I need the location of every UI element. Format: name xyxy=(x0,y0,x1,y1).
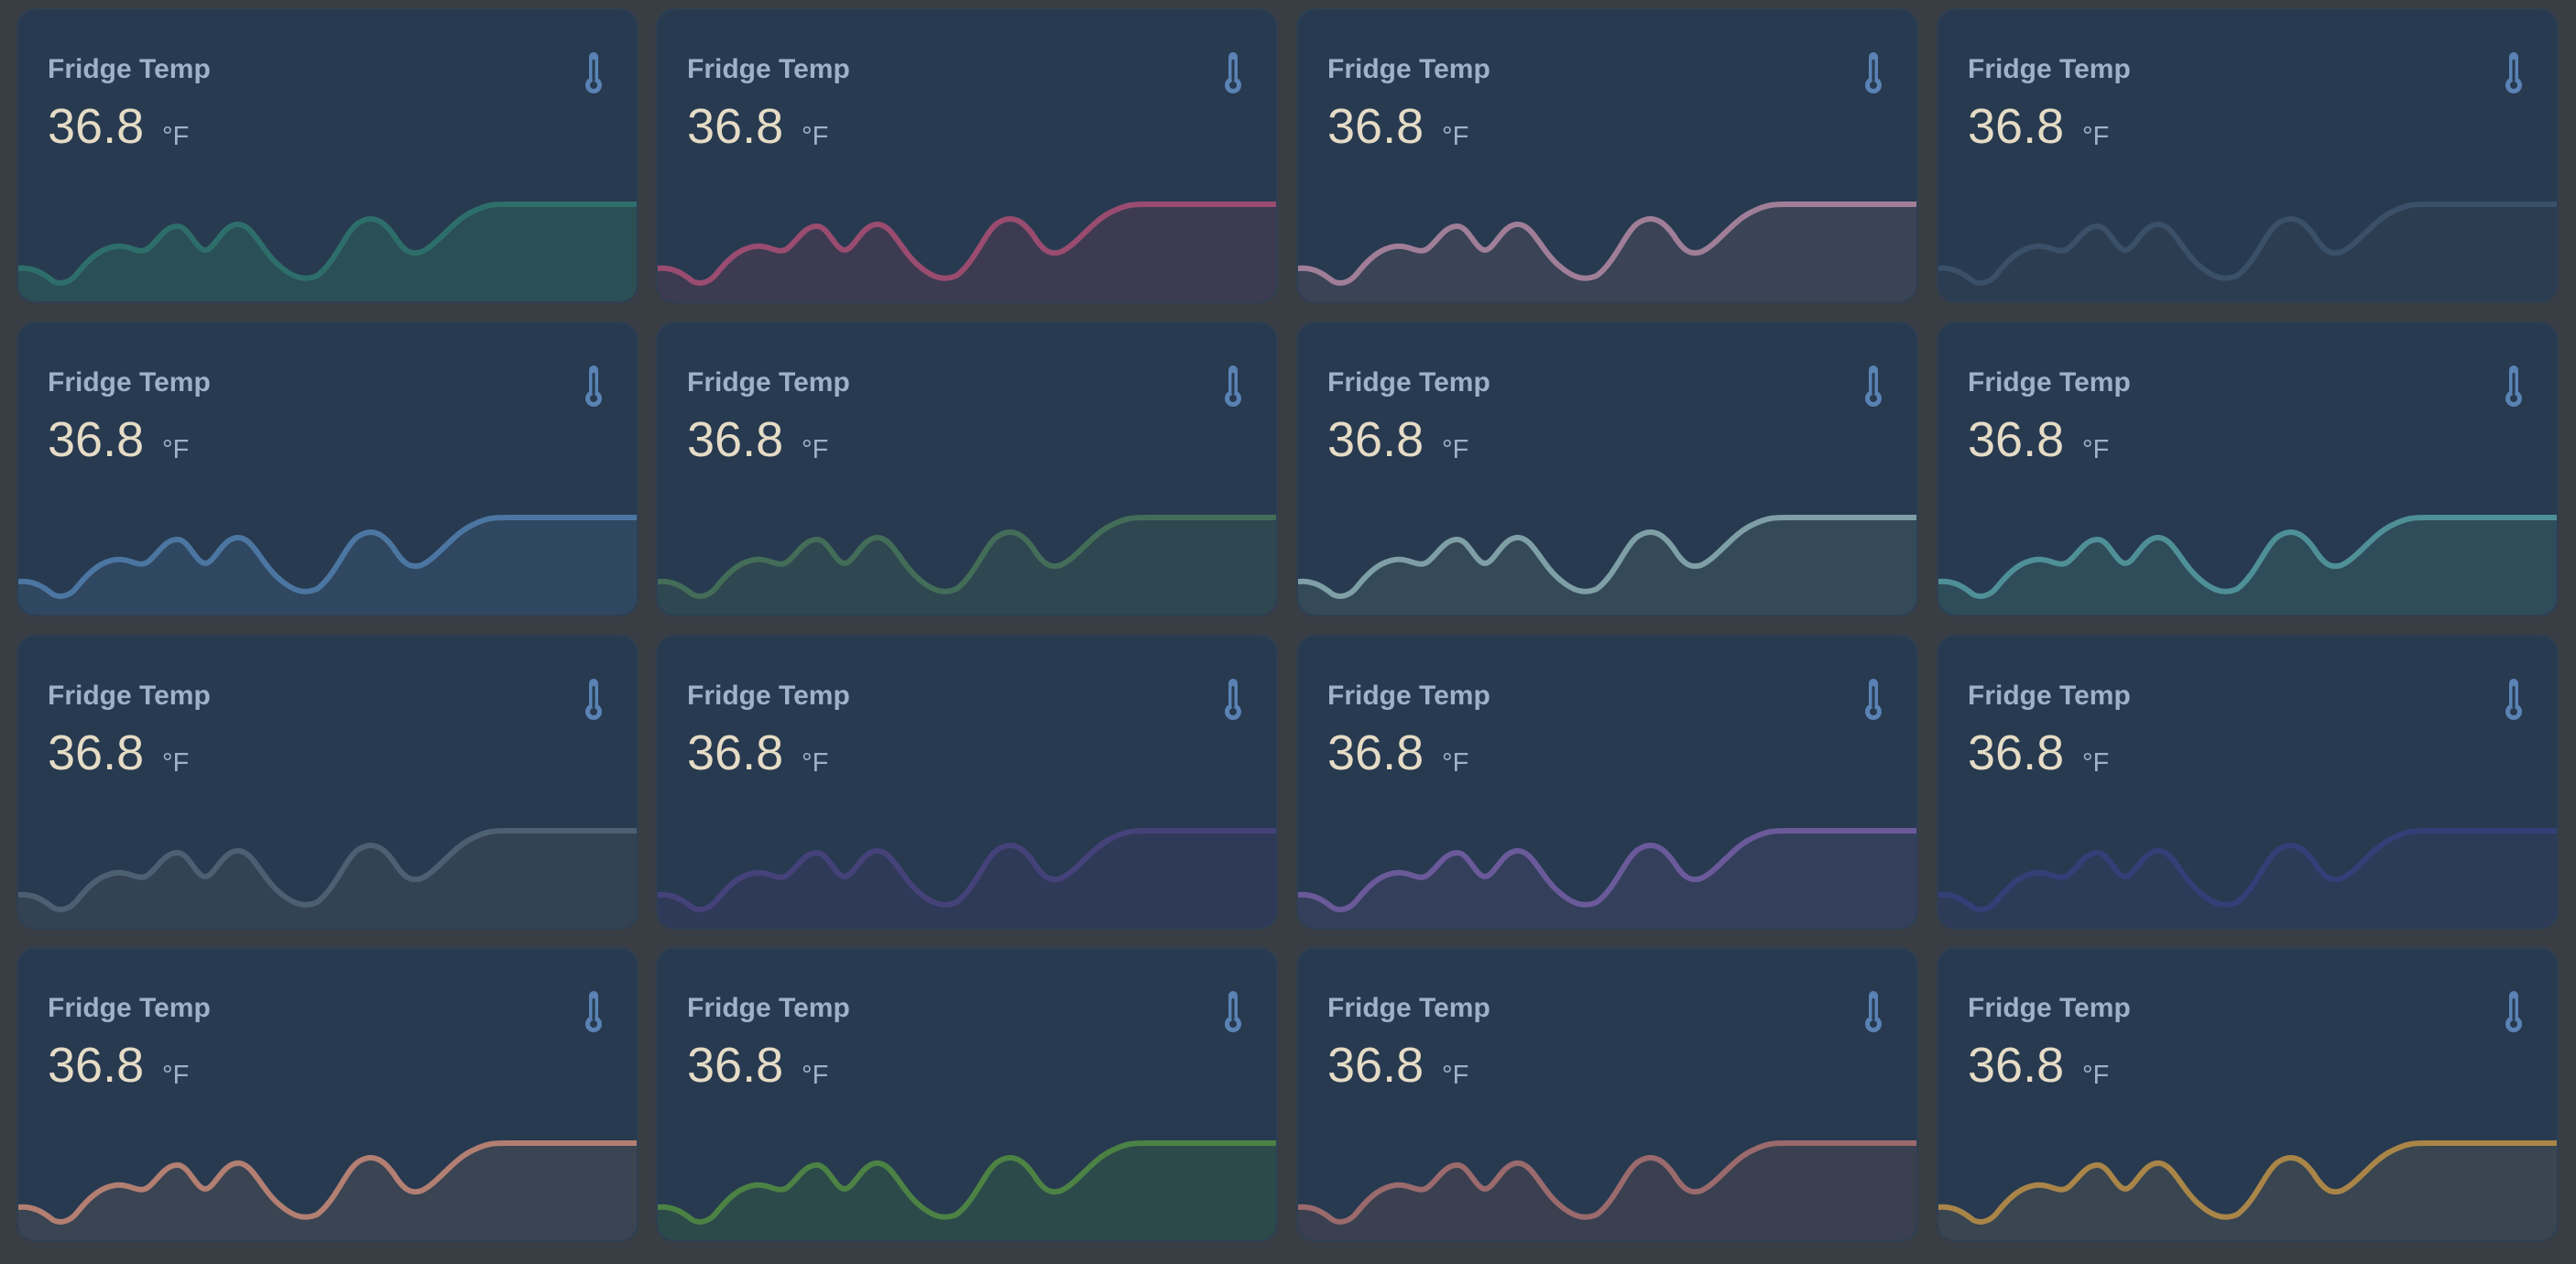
sensor-name: Fridge Temp xyxy=(48,993,211,1023)
sensor-name: Fridge Temp xyxy=(1968,367,2131,398)
sensor-unit: °F xyxy=(162,435,190,464)
sensor-card[interactable]: Fridge Temp 36.8 °F xyxy=(656,947,1278,1242)
sensor-unit: °F xyxy=(1442,1061,1469,1090)
sensor-value: 36.8 xyxy=(48,99,145,154)
sensor-unit: °F xyxy=(1442,435,1469,464)
sensor-name: Fridge Temp xyxy=(687,54,850,84)
thermometer-icon xyxy=(1225,52,1241,93)
sensor-name: Fridge Temp xyxy=(1327,681,1490,711)
sensor-value: 36.8 xyxy=(1968,1038,2065,1093)
thermometer-icon xyxy=(2505,52,2522,93)
sensor-unit: °F xyxy=(802,748,829,778)
sensor-value: 36.8 xyxy=(687,99,784,154)
sparkline-area xyxy=(1298,518,1916,615)
thermometer-icon xyxy=(585,991,602,1032)
sparkline-area xyxy=(1938,1143,2557,1240)
sparkline-area xyxy=(1298,1143,1916,1240)
sparkline-area xyxy=(18,831,637,928)
sensor-unit: °F xyxy=(2082,1061,2110,1090)
sensor-unit: °F xyxy=(162,122,190,151)
sensor-card[interactable]: Fridge Temp 36.8 °F xyxy=(1937,321,2559,616)
sensor-value: 36.8 xyxy=(1968,99,2065,154)
thermometer-icon xyxy=(1225,365,1241,407)
sparkline-area xyxy=(18,1143,637,1240)
sparkline-area xyxy=(1938,518,2557,615)
sensor-value: 36.8 xyxy=(1327,725,1424,780)
sensor-value: 36.8 xyxy=(1968,725,2065,780)
sparkline-area xyxy=(658,518,1276,615)
sensor-name: Fridge Temp xyxy=(1327,54,1490,84)
thermometer-icon xyxy=(1225,991,1241,1032)
sensor-unit: °F xyxy=(802,435,829,464)
sparkline-area xyxy=(1298,831,1916,928)
sensor-value: 36.8 xyxy=(1327,412,1424,467)
sparkline-area xyxy=(18,518,637,615)
sensor-card[interactable]: Fridge Temp 36.8 °F xyxy=(656,321,1278,616)
sensor-name: Fridge Temp xyxy=(1327,993,1490,1023)
thermometer-icon xyxy=(585,365,602,407)
sensor-unit: °F xyxy=(2082,122,2110,151)
sensor-value: 36.8 xyxy=(687,1038,784,1093)
sensor-value: 36.8 xyxy=(687,412,784,467)
sensor-name: Fridge Temp xyxy=(1968,54,2131,84)
sensor-unit: °F xyxy=(1442,122,1469,151)
sensor-card[interactable]: Fridge Temp 36.8 °F xyxy=(1937,947,2559,1242)
sensor-name: Fridge Temp xyxy=(1968,993,2131,1023)
sensor-card[interactable]: Fridge Temp 36.8 °F xyxy=(1937,8,2559,303)
sensor-unit: °F xyxy=(1442,748,1469,778)
sensor-value: 36.8 xyxy=(1327,99,1424,154)
sensor-card[interactable]: Fridge Temp 36.8 °F xyxy=(1296,321,1918,616)
sensor-value: 36.8 xyxy=(48,412,145,467)
sensor-value: 36.8 xyxy=(1327,1038,1424,1093)
sparkline-area xyxy=(1938,204,2557,301)
sensor-name: Fridge Temp xyxy=(48,681,211,711)
sensor-unit: °F xyxy=(2082,748,2110,778)
sensor-unit: °F xyxy=(802,122,829,151)
thermometer-icon xyxy=(1225,679,1241,720)
sensor-name: Fridge Temp xyxy=(48,54,211,84)
sparkline-area xyxy=(18,204,637,301)
sensor-value: 36.8 xyxy=(48,1038,145,1093)
thermometer-icon xyxy=(2505,365,2522,407)
thermometer-icon xyxy=(1865,991,1882,1032)
sensor-value: 36.8 xyxy=(687,725,784,780)
sensor-card[interactable]: Fridge Temp 36.8 °F xyxy=(1296,947,1918,1242)
sparkline-area xyxy=(658,831,1276,928)
sensor-name: Fridge Temp xyxy=(1327,367,1490,398)
thermometer-icon xyxy=(2505,991,2522,1032)
sensor-card[interactable]: Fridge Temp 36.8 °F xyxy=(16,8,639,303)
sensor-name: Fridge Temp xyxy=(48,367,211,398)
sparkline-area xyxy=(658,1143,1276,1240)
thermometer-icon xyxy=(1865,679,1882,720)
sensor-card[interactable]: Fridge Temp 36.8 °F xyxy=(656,635,1278,930)
sensor-card[interactable]: Fridge Temp 36.8 °F xyxy=(656,8,1278,303)
sensor-card[interactable]: Fridge Temp 36.8 °F xyxy=(1296,635,1918,930)
sensor-name: Fridge Temp xyxy=(687,993,850,1023)
sensor-value: 36.8 xyxy=(48,725,145,780)
sensor-value: 36.8 xyxy=(1968,412,2065,467)
sensor-name: Fridge Temp xyxy=(687,681,850,711)
sensor-card[interactable]: Fridge Temp 36.8 °F xyxy=(1937,635,2559,930)
sensor-card[interactable]: Fridge Temp 36.8 °F xyxy=(16,321,639,616)
sensor-name: Fridge Temp xyxy=(1968,681,2131,711)
thermometer-icon xyxy=(1865,52,1882,93)
sparkline-area xyxy=(1938,831,2557,928)
sensor-card[interactable]: Fridge Temp 36.8 °F xyxy=(16,635,639,930)
sensor-card[interactable]: Fridge Temp 36.8 °F xyxy=(1296,8,1918,303)
sensor-card[interactable]: Fridge Temp 36.8 °F xyxy=(16,947,639,1242)
thermometer-icon xyxy=(585,52,602,93)
thermometer-icon xyxy=(2505,679,2522,720)
sensor-name: Fridge Temp xyxy=(687,367,850,398)
sensor-card-grid: Fridge Temp 36.8 °F Fridge Temp 36.8 °F Fridge… xyxy=(0,0,2576,1264)
thermometer-icon xyxy=(585,679,602,720)
sensor-unit: °F xyxy=(802,1061,829,1090)
sparkline-area xyxy=(658,204,1276,301)
sensor-unit: °F xyxy=(2082,435,2110,464)
sensor-unit: °F xyxy=(162,1061,190,1090)
sensor-unit: °F xyxy=(162,748,190,778)
sparkline-area xyxy=(1298,204,1916,301)
thermometer-icon xyxy=(1865,365,1882,407)
